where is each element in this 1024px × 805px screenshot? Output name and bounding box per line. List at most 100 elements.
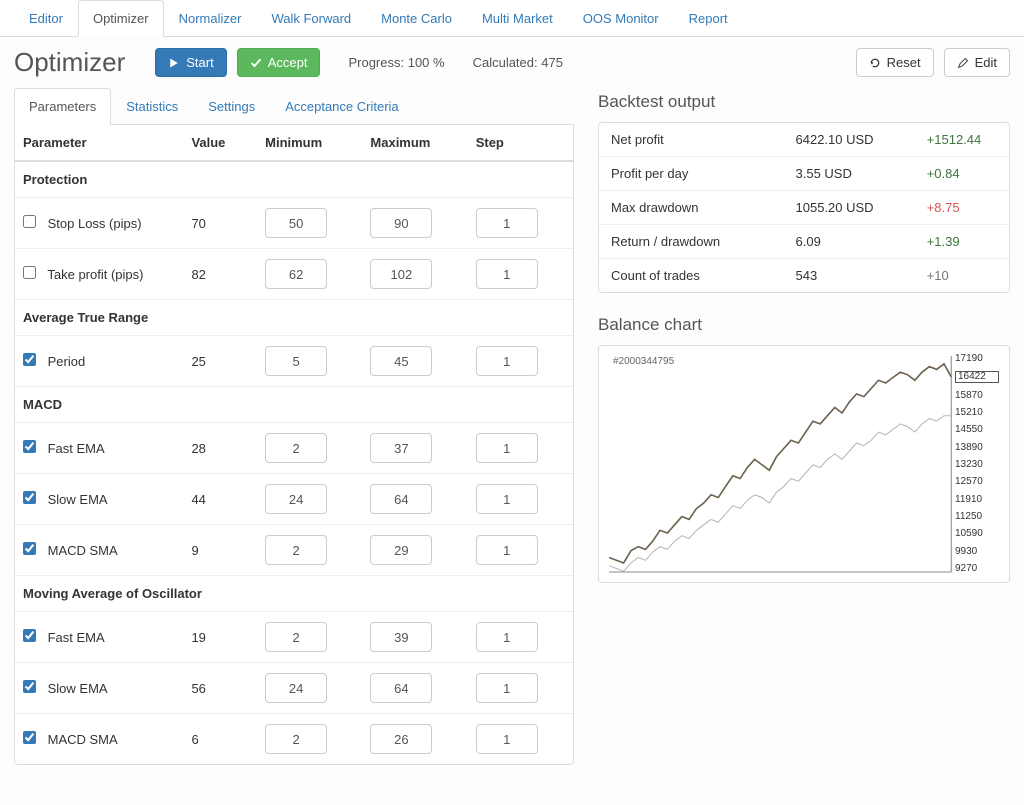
param-min-input[interactable]: [265, 259, 327, 289]
param-step-input[interactable]: [476, 433, 538, 463]
param-row: Fast EMA 28: [15, 423, 573, 474]
param-max-input[interactable]: [370, 673, 432, 703]
param-min-input[interactable]: [265, 433, 327, 463]
start-label: Start: [186, 55, 213, 70]
nav-tab-report[interactable]: Report: [674, 0, 743, 37]
nav-tab-walk-forward[interactable]: Walk Forward: [256, 0, 366, 37]
param-label[interactable]: MACD SMA: [23, 732, 118, 747]
col-max: Maximum: [362, 125, 467, 161]
nav-tab-monte-carlo[interactable]: Monte Carlo: [366, 0, 467, 37]
param-step-input[interactable]: [476, 208, 538, 238]
nav-tab-normalizer[interactable]: Normalizer: [164, 0, 257, 37]
metric-delta: +10: [915, 259, 1009, 293]
y-tick-label: 9270: [955, 564, 999, 574]
param-max-input[interactable]: [370, 259, 432, 289]
nav-tab-optimizer[interactable]: Optimizer: [78, 0, 164, 37]
inner-tab-settings[interactable]: Settings: [193, 88, 270, 125]
param-checkbox[interactable]: [23, 629, 36, 642]
refresh-icon: [869, 57, 881, 69]
param-max-input[interactable]: [370, 208, 432, 238]
param-checkbox[interactable]: [23, 215, 36, 228]
param-min-input[interactable]: [265, 673, 327, 703]
metric-delta: +1.39: [915, 225, 1009, 259]
backtest-panel: Net profit6422.10 USD+1512.44Profit per …: [598, 122, 1010, 293]
metric-label: Profit per day: [599, 157, 784, 191]
chart-tag: #2000344795: [613, 356, 674, 367]
param-label[interactable]: Slow EMA: [23, 681, 108, 696]
param-row: MACD SMA9: [15, 525, 573, 576]
param-checkbox[interactable]: [23, 491, 36, 504]
nav-tab-oos-monitor[interactable]: OOS Monitor: [568, 0, 674, 37]
param-min-input[interactable]: [265, 622, 327, 652]
progress-text: Progress: 100 %: [348, 55, 444, 70]
param-checkbox[interactable]: [23, 353, 36, 366]
inner-tab-statistics[interactable]: Statistics: [111, 88, 193, 125]
param-step-input[interactable]: [476, 622, 538, 652]
param-label[interactable]: MACD SMA: [23, 543, 118, 558]
param-label[interactable]: Fast EMA: [23, 441, 105, 456]
y-tick-label: 13230: [955, 460, 999, 470]
param-min-input[interactable]: [265, 346, 327, 376]
param-value: 70: [183, 198, 257, 249]
param-label[interactable]: Take profit (pips): [23, 267, 143, 282]
inner-tab-parameters[interactable]: Parameters: [14, 88, 111, 125]
backtest-row: Net profit6422.10 USD+1512.44: [599, 123, 1009, 157]
param-checkbox[interactable]: [23, 680, 36, 693]
param-row: Take profit (pips)82: [15, 249, 573, 300]
param-min-input[interactable]: [265, 484, 327, 514]
param-label[interactable]: Fast EMA: [23, 630, 105, 645]
param-min-input[interactable]: [265, 535, 327, 565]
y-tick-label: 16422: [955, 371, 999, 383]
metric-delta: +0.84: [915, 157, 1009, 191]
param-group: Protection: [15, 161, 573, 198]
param-step-input[interactable]: [476, 724, 538, 754]
nav-tab-multi-market[interactable]: Multi Market: [467, 0, 568, 37]
param-step-input[interactable]: [476, 484, 538, 514]
param-min-input[interactable]: [265, 208, 327, 238]
y-tick-label: 15870: [955, 391, 999, 401]
reset-button[interactable]: Reset: [856, 48, 934, 77]
param-max-input[interactable]: [370, 724, 432, 754]
param-group: MACD: [15, 387, 573, 423]
metric-value: 6422.10 USD: [784, 123, 915, 157]
backtest-row: Profit per day3.55 USD+0.84: [599, 157, 1009, 191]
param-min-input[interactable]: [265, 724, 327, 754]
param-step-input[interactable]: [476, 535, 538, 565]
param-step-input[interactable]: [476, 346, 538, 376]
param-max-input[interactable]: [370, 484, 432, 514]
metric-value: 6.09: [784, 225, 915, 259]
play-icon: [168, 57, 180, 69]
accept-button[interactable]: Accept: [237, 48, 321, 77]
param-max-input[interactable]: [370, 346, 432, 376]
param-value: 44: [183, 474, 257, 525]
param-max-input[interactable]: [370, 622, 432, 652]
balance-series-series-main: [609, 364, 951, 563]
param-row: Slow EMA56: [15, 663, 573, 714]
param-label[interactable]: Slow EMA: [23, 492, 108, 507]
metric-value: 543: [784, 259, 915, 293]
param-checkbox[interactable]: [23, 731, 36, 744]
param-step-input[interactable]: [476, 259, 538, 289]
backtest-title: Backtest output: [598, 92, 1010, 112]
metric-value: 1055.20 USD: [784, 191, 915, 225]
param-label[interactable]: Stop Loss (pips): [23, 216, 142, 231]
param-checkbox[interactable]: [23, 266, 36, 279]
param-step-input[interactable]: [476, 673, 538, 703]
backtest-table: Net profit6422.10 USD+1512.44Profit per …: [599, 123, 1009, 292]
param-checkbox[interactable]: [23, 542, 36, 555]
param-max-input[interactable]: [370, 535, 432, 565]
metric-label: Return / drawdown: [599, 225, 784, 259]
param-value: 25: [183, 336, 257, 387]
param-value: 28: [183, 423, 257, 474]
edit-button[interactable]: Edit: [944, 48, 1010, 77]
nav-tab-editor[interactable]: Editor: [14, 0, 78, 37]
param-label[interactable]: Period: [23, 354, 85, 369]
start-button[interactable]: Start: [155, 48, 226, 77]
backtest-row: Return / drawdown6.09+1.39: [599, 225, 1009, 259]
param-max-input[interactable]: [370, 433, 432, 463]
reset-label: Reset: [887, 55, 921, 70]
inner-tab-acceptance-criteria[interactable]: Acceptance Criteria: [270, 88, 413, 125]
param-checkbox[interactable]: [23, 440, 36, 453]
col-step: Step: [468, 125, 573, 161]
col-min: Minimum: [257, 125, 362, 161]
